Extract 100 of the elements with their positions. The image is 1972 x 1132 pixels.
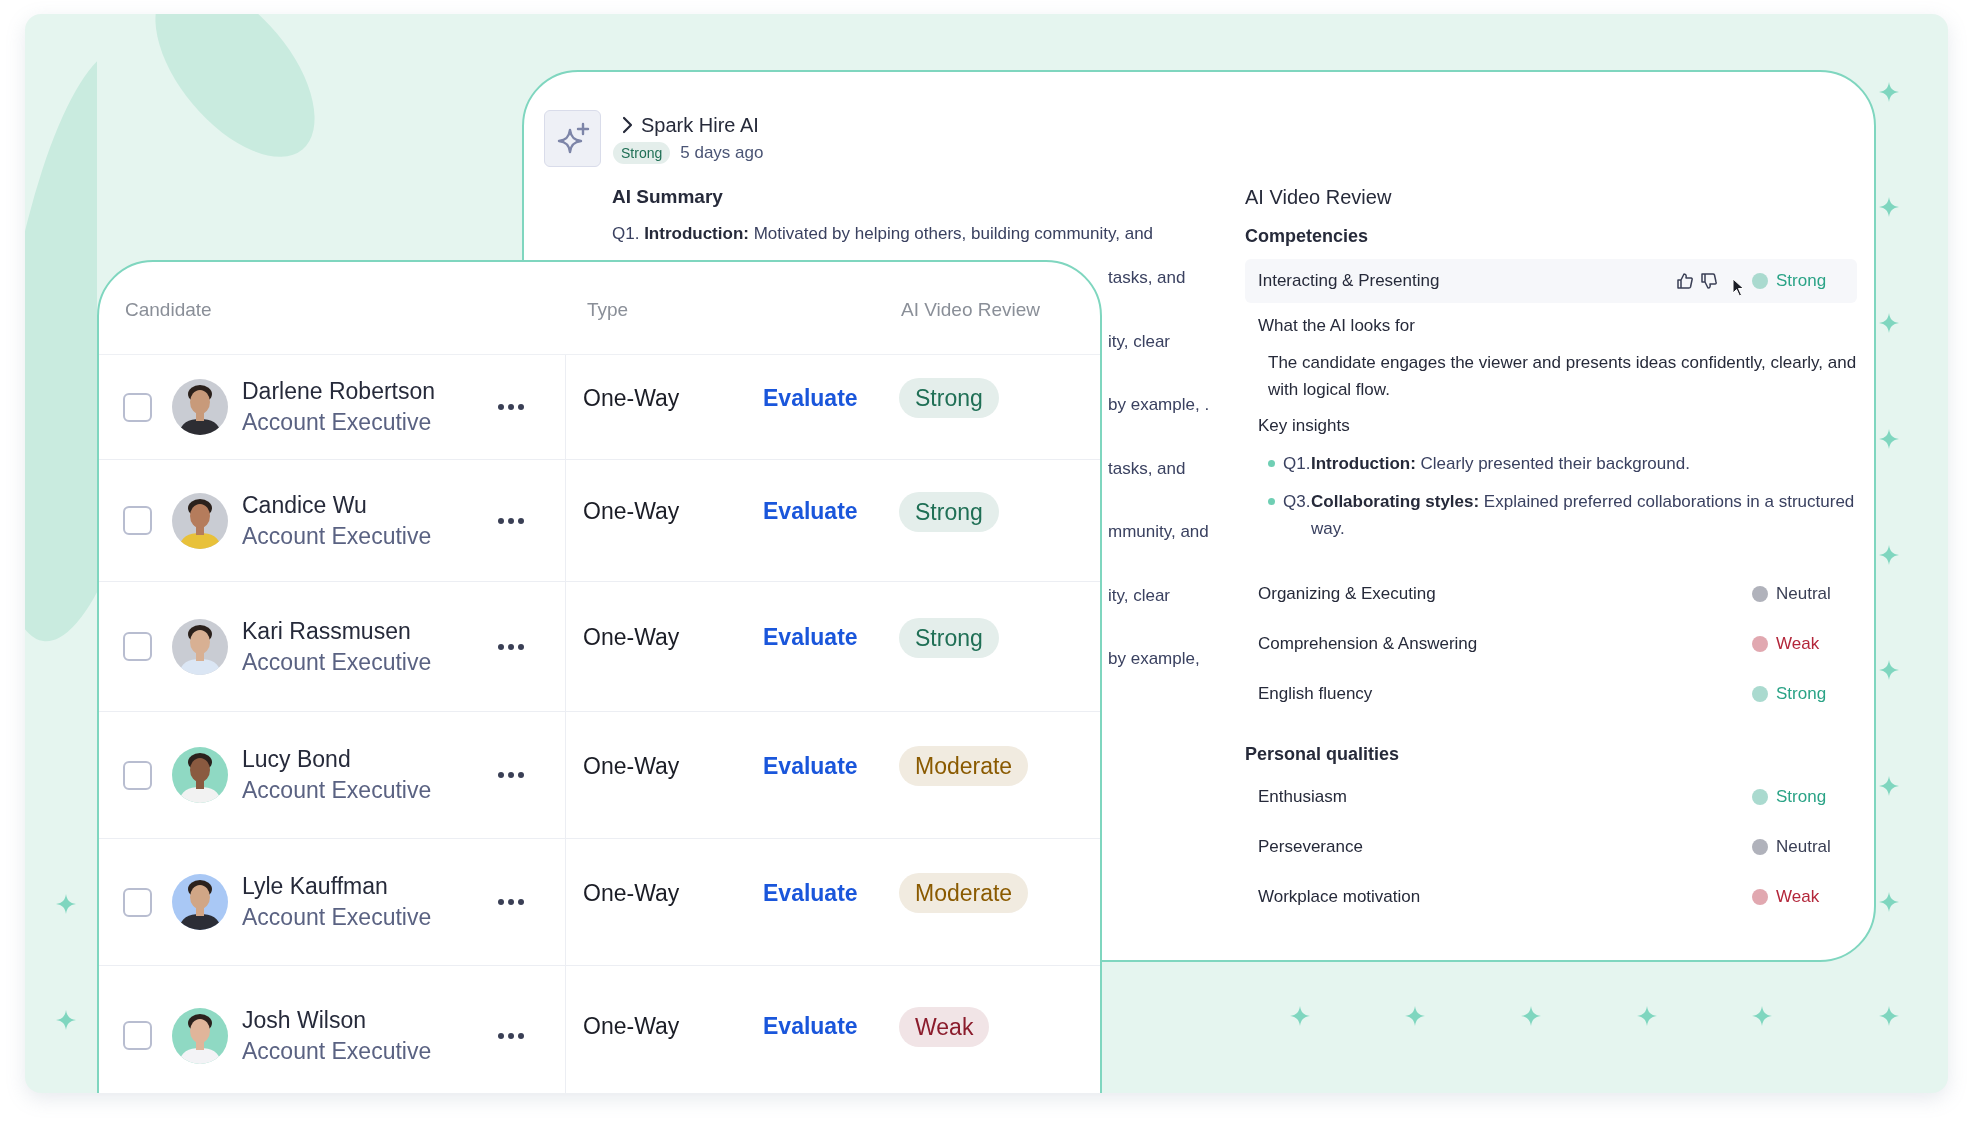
competency-name: Comprehension & Answering xyxy=(1258,633,1479,656)
evaluate-link[interactable]: Evaluate xyxy=(763,494,899,529)
review-badge: Strong xyxy=(899,617,999,658)
summary-text: tasks, and xyxy=(1108,457,1186,480)
sparkle-icon xyxy=(1879,429,1899,449)
job-title: Account Executive xyxy=(242,408,433,437)
column-header: AI Video Review xyxy=(901,298,1041,322)
status-dot xyxy=(1752,889,1768,905)
sparkle-icon xyxy=(1879,776,1899,796)
bullet-icon xyxy=(1268,460,1275,467)
status-dot xyxy=(1752,636,1768,652)
rating-label: Strong xyxy=(1776,683,1827,706)
summary-text: by example, . xyxy=(1108,394,1210,416)
competency-row[interactable]: Interacting & Presenting Strong xyxy=(1245,259,1857,303)
criteria-text: The candidate engages the viewer and presents ideas confidently, clearly, and with logical flow. xyxy=(1267,352,1857,401)
summary-text: Q1. Introduction: Motivated by helping others, building community, and xyxy=(612,223,1155,245)
row-checkbox[interactable] xyxy=(123,506,152,535)
summary-text: tasks, and xyxy=(1108,267,1186,289)
section-heading: Personal qualities xyxy=(1245,743,1401,766)
job-title: Account Executive xyxy=(242,776,433,805)
candidate-name: Lucy Bond xyxy=(242,745,352,774)
status-dot xyxy=(1752,839,1768,855)
chevron-right-icon[interactable] xyxy=(621,116,635,134)
job-title: Account Executive xyxy=(242,903,433,932)
evaluate-link[interactable]: Evaluate xyxy=(763,620,899,655)
interview-type: One-Way xyxy=(583,1012,681,1042)
candidate-name: Darlene Robertson xyxy=(242,377,437,406)
evaluate-link[interactable]: Evaluate xyxy=(763,875,899,911)
subheading: What the AI looks for xyxy=(1258,315,1416,337)
more-icon[interactable] xyxy=(497,516,525,525)
review-badge: Moderate xyxy=(899,746,1029,786)
competency-name: Enthusiasm xyxy=(1258,786,1348,809)
evaluate-link[interactable]: Evaluate xyxy=(763,380,899,416)
sparkle-icon xyxy=(1879,313,1899,333)
interview-type: One-Way xyxy=(583,497,681,527)
evaluate-link[interactable]: Evaluate xyxy=(763,1009,899,1044)
row-checkbox[interactable] xyxy=(123,632,152,661)
sparkle-icon xyxy=(1879,197,1899,217)
row-checkbox[interactable] xyxy=(123,1021,152,1050)
summary-text: ity, clear xyxy=(1108,584,1171,607)
evaluate-link[interactable]: Evaluate xyxy=(763,748,899,784)
competency-name: Organizing & Executing xyxy=(1258,583,1437,606)
rating-label: Strong xyxy=(1776,786,1827,809)
section-title: AI Summary xyxy=(612,185,724,209)
assistant-name: Spark Hire AI xyxy=(641,113,759,138)
question-number: Q1. xyxy=(1283,453,1311,475)
more-icon[interactable] xyxy=(497,771,525,779)
sparkle-icon xyxy=(1521,1006,1541,1026)
subheading: Key insights xyxy=(1258,415,1351,437)
status-dot xyxy=(1752,273,1768,289)
sparkle-icon xyxy=(1879,82,1899,102)
question-number: Q3. xyxy=(1283,491,1311,513)
sparkle-icon xyxy=(544,110,601,167)
row-checkbox[interactable] xyxy=(123,760,152,790)
summary-text: by example, xyxy=(1108,648,1200,670)
row-checkbox[interactable] xyxy=(123,392,152,422)
job-title: Account Executive xyxy=(242,521,433,551)
more-icon[interactable] xyxy=(497,403,525,411)
row-checkbox[interactable] xyxy=(123,887,152,917)
thumbs-down-icon[interactable] xyxy=(1700,272,1718,290)
competency-name: English fluency xyxy=(1258,683,1374,706)
column-header: Candidate xyxy=(125,298,212,322)
status-dot xyxy=(1752,686,1768,702)
sparkle-icon xyxy=(1637,1006,1657,1026)
competency-name: Interacting & Presenting xyxy=(1258,270,1441,293)
candidate-name: Josh Wilson xyxy=(242,1005,367,1035)
thumbs-up-icon[interactable] xyxy=(1676,272,1694,290)
sparkle-icon xyxy=(1879,1006,1899,1026)
review-badge: Moderate xyxy=(899,873,1029,913)
insight-text: Introduction: Clearly presented their background. xyxy=(1311,453,1690,475)
review-badge: Strong xyxy=(899,491,999,532)
review-badge: Weak xyxy=(899,1006,990,1047)
cursor-icon xyxy=(1732,278,1746,298)
more-icon[interactable] xyxy=(497,898,525,906)
candidate-name: Candice Wu xyxy=(242,490,368,520)
interview-type: One-Way xyxy=(583,878,681,908)
review-badge: Strong xyxy=(899,378,999,418)
sparkle-icon xyxy=(56,894,76,914)
sparkle-icon xyxy=(56,1010,76,1030)
sparkle-icon xyxy=(1752,1006,1772,1026)
sparkle-icon xyxy=(1879,892,1899,912)
competency-name: Perseverance xyxy=(1258,836,1364,859)
sparkle-icon xyxy=(1405,1006,1425,1026)
more-icon[interactable] xyxy=(497,1031,525,1040)
column-header: Type xyxy=(587,298,629,322)
rating-badge: Strong xyxy=(613,141,671,164)
section-heading: Competencies xyxy=(1245,225,1370,248)
candidate-name: Kari Rassmusen xyxy=(242,616,412,646)
rating-label: Weak xyxy=(1776,633,1820,656)
more-icon[interactable] xyxy=(497,642,525,651)
job-title: Account Executive xyxy=(242,647,433,677)
interview-type: One-Way xyxy=(583,751,681,781)
rating-label: Strong xyxy=(1776,270,1827,293)
sparkle-icon xyxy=(1879,545,1899,565)
status-dot xyxy=(1752,586,1768,602)
rating-label: Weak xyxy=(1776,886,1820,909)
timestamp: 5 days ago xyxy=(680,142,764,164)
status-dot xyxy=(1752,789,1768,805)
sparkle-icon xyxy=(1290,1006,1310,1026)
rating-label: Neutral xyxy=(1776,836,1831,859)
